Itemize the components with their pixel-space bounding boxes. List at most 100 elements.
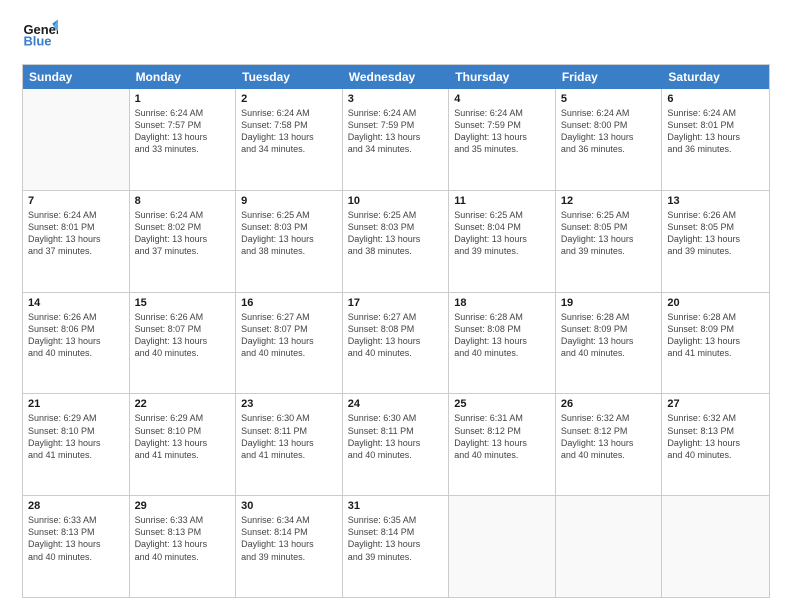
calendar-cell-13: 13 Sunrise: 6:26 AM Sunset: 8:05 PM Dayli… bbox=[662, 191, 769, 292]
calendar-cell-21: 21 Sunrise: 6:29 AM Sunset: 8:10 PM Dayli… bbox=[23, 394, 130, 495]
calendar-cell-empty-0-0 bbox=[23, 89, 130, 190]
calendar-cell-6: 6Sunrise: 6:24 AM Sunset: 8:01 PM Daylig… bbox=[662, 89, 769, 190]
header-day-thursday: Thursday bbox=[449, 65, 556, 89]
cell-info: Sunrise: 6:24 AM Sunset: 8:02 PM Dayligh… bbox=[135, 209, 231, 258]
calendar-cell-29: 29Sunrise: 6:33 AM Sunset: 8:13 PM Dayli… bbox=[130, 496, 237, 597]
calendar-cell-16: 16 Sunrise: 6:27 AM Sunset: 8:07 PM Dayli… bbox=[236, 293, 343, 394]
calendar-cell-3: 3Sunrise: 6:24 AM Sunset: 7:59 PM Daylig… bbox=[343, 89, 450, 190]
cell-info: Sunrise: 6:26 AM Sunset: 8:06 PM Dayligh… bbox=[28, 311, 124, 360]
cell-day-number: 4 bbox=[454, 93, 550, 105]
calendar-row-5: 28Sunrise: 6:33 AM Sunset: 8:13 PM Dayli… bbox=[23, 496, 769, 597]
cell-day-number: 25 bbox=[454, 398, 550, 410]
logo: General Blue bbox=[22, 18, 58, 54]
cell-day-number: 19 bbox=[561, 297, 657, 309]
cell-day-number: 18 bbox=[454, 297, 550, 309]
calendar-cell-7: 7 Sunrise: 6:24 AM Sunset: 8:01 PM Daylig… bbox=[23, 191, 130, 292]
cell-day-number: 26 bbox=[561, 398, 657, 410]
cell-day-number: 31 bbox=[348, 500, 444, 512]
calendar-cell-20: 20 Sunrise: 6:28 AM Sunset: 8:09 PM Dayli… bbox=[662, 293, 769, 394]
calendar: SundayMondayTuesdayWednesdayThursdayFrid… bbox=[22, 64, 770, 598]
calendar-cell-27: 27 Sunrise: 6:32 AM Sunset: 8:13 PM Dayli… bbox=[662, 394, 769, 495]
calendar-body: 1 Sunrise: 6:24 AM Sunset: 7:57 PM Daylig… bbox=[23, 89, 769, 597]
calendar-cell-11: 11 Sunrise: 6:25 AM Sunset: 8:04 PM Dayli… bbox=[449, 191, 556, 292]
calendar-cell-15: 15Sunrise: 6:26 AM Sunset: 8:07 PM Dayli… bbox=[130, 293, 237, 394]
calendar-cell-4: 4 Sunrise: 6:24 AM Sunset: 7:59 PM Daylig… bbox=[449, 89, 556, 190]
cell-day-number: 14 bbox=[28, 297, 124, 309]
cell-day-number: 12 bbox=[561, 195, 657, 207]
calendar-cell-1: 1 Sunrise: 6:24 AM Sunset: 7:57 PM Daylig… bbox=[130, 89, 237, 190]
cell-info: Sunrise: 6:29 AM Sunset: 8:10 PM Dayligh… bbox=[135, 412, 231, 461]
calendar-header: SundayMondayTuesdayWednesdayThursdayFrid… bbox=[23, 65, 769, 89]
calendar-cell-empty-4-4 bbox=[449, 496, 556, 597]
cell-info: Sunrise: 6:26 AM Sunset: 8:07 PM Dayligh… bbox=[135, 311, 231, 360]
cell-info: Sunrise: 6:28 AM Sunset: 8:09 PM Dayligh… bbox=[667, 311, 764, 360]
calendar-row-2: 7 Sunrise: 6:24 AM Sunset: 8:01 PM Daylig… bbox=[23, 191, 769, 293]
cell-info: Sunrise: 6:24 AM Sunset: 7:58 PM Dayligh… bbox=[241, 107, 337, 156]
cell-info: Sunrise: 6:27 AM Sunset: 8:07 PM Dayligh… bbox=[241, 311, 337, 360]
cell-day-number: 11 bbox=[454, 195, 550, 207]
cell-day-number: 23 bbox=[241, 398, 337, 410]
cell-info: Sunrise: 6:25 AM Sunset: 8:03 PM Dayligh… bbox=[348, 209, 444, 258]
cell-day-number: 8 bbox=[135, 195, 231, 207]
cell-day-number: 28 bbox=[28, 500, 124, 512]
cell-day-number: 9 bbox=[241, 195, 337, 207]
calendar-row-3: 14 Sunrise: 6:26 AM Sunset: 8:06 PM Dayli… bbox=[23, 293, 769, 395]
calendar-cell-8: 8 Sunrise: 6:24 AM Sunset: 8:02 PM Daylig… bbox=[130, 191, 237, 292]
cell-day-number: 22 bbox=[135, 398, 231, 410]
calendar-cell-12: 12Sunrise: 6:25 AM Sunset: 8:05 PM Dayli… bbox=[556, 191, 663, 292]
cell-info: Sunrise: 6:29 AM Sunset: 8:10 PM Dayligh… bbox=[28, 412, 124, 461]
cell-info: Sunrise: 6:30 AM Sunset: 8:11 PM Dayligh… bbox=[348, 412, 444, 461]
cell-info: Sunrise: 6:24 AM Sunset: 7:57 PM Dayligh… bbox=[135, 107, 231, 156]
calendar-cell-17: 17Sunrise: 6:27 AM Sunset: 8:08 PM Dayli… bbox=[343, 293, 450, 394]
page: General Blue SundayMondayTuesdayWednesda… bbox=[0, 0, 792, 612]
cell-info: Sunrise: 6:32 AM Sunset: 8:13 PM Dayligh… bbox=[667, 412, 764, 461]
cell-day-number: 3 bbox=[348, 93, 444, 105]
calendar-cell-2: 2Sunrise: 6:24 AM Sunset: 7:58 PM Daylig… bbox=[236, 89, 343, 190]
header-day-tuesday: Tuesday bbox=[236, 65, 343, 89]
cell-info: Sunrise: 6:24 AM Sunset: 8:01 PM Dayligh… bbox=[667, 107, 764, 156]
cell-info: Sunrise: 6:31 AM Sunset: 8:12 PM Dayligh… bbox=[454, 412, 550, 461]
svg-text:Blue: Blue bbox=[23, 33, 51, 48]
cell-day-number: 1 bbox=[135, 93, 231, 105]
cell-info: Sunrise: 6:24 AM Sunset: 8:01 PM Dayligh… bbox=[28, 209, 124, 258]
cell-day-number: 5 bbox=[561, 93, 657, 105]
header: General Blue bbox=[22, 18, 770, 54]
calendar-cell-19: 19Sunrise: 6:28 AM Sunset: 8:09 PM Dayli… bbox=[556, 293, 663, 394]
calendar-cell-24: 24Sunrise: 6:30 AM Sunset: 8:11 PM Dayli… bbox=[343, 394, 450, 495]
calendar-row-1: 1 Sunrise: 6:24 AM Sunset: 7:57 PM Daylig… bbox=[23, 89, 769, 191]
cell-day-number: 29 bbox=[135, 500, 231, 512]
calendar-cell-10: 10 Sunrise: 6:25 AM Sunset: 8:03 PM Dayli… bbox=[343, 191, 450, 292]
cell-info: Sunrise: 6:28 AM Sunset: 8:08 PM Dayligh… bbox=[454, 311, 550, 360]
header-day-wednesday: Wednesday bbox=[343, 65, 450, 89]
calendar-cell-30: 30Sunrise: 6:34 AM Sunset: 8:14 PM Dayli… bbox=[236, 496, 343, 597]
cell-info: Sunrise: 6:25 AM Sunset: 8:03 PM Dayligh… bbox=[241, 209, 337, 258]
cell-day-number: 13 bbox=[667, 195, 764, 207]
cell-info: Sunrise: 6:27 AM Sunset: 8:08 PM Dayligh… bbox=[348, 311, 444, 360]
cell-day-number: 16 bbox=[241, 297, 337, 309]
cell-info: Sunrise: 6:24 AM Sunset: 7:59 PM Dayligh… bbox=[454, 107, 550, 156]
calendar-cell-empty-4-6 bbox=[662, 496, 769, 597]
cell-info: Sunrise: 6:35 AM Sunset: 8:14 PM Dayligh… bbox=[348, 514, 444, 563]
cell-day-number: 27 bbox=[667, 398, 764, 410]
calendar-cell-25: 25 Sunrise: 6:31 AM Sunset: 8:12 PM Dayli… bbox=[449, 394, 556, 495]
cell-info: Sunrise: 6:24 AM Sunset: 8:00 PM Dayligh… bbox=[561, 107, 657, 156]
header-day-sunday: Sunday bbox=[23, 65, 130, 89]
cell-info: Sunrise: 6:25 AM Sunset: 8:04 PM Dayligh… bbox=[454, 209, 550, 258]
cell-info: Sunrise: 6:30 AM Sunset: 8:11 PM Dayligh… bbox=[241, 412, 337, 461]
header-day-monday: Monday bbox=[130, 65, 237, 89]
cell-info: Sunrise: 6:32 AM Sunset: 8:12 PM Dayligh… bbox=[561, 412, 657, 461]
calendar-cell-26: 26 Sunrise: 6:32 AM Sunset: 8:12 PM Dayli… bbox=[556, 394, 663, 495]
cell-day-number: 20 bbox=[667, 297, 764, 309]
cell-info: Sunrise: 6:26 AM Sunset: 8:05 PM Dayligh… bbox=[667, 209, 764, 258]
cell-day-number: 7 bbox=[28, 195, 124, 207]
cell-day-number: 30 bbox=[241, 500, 337, 512]
header-day-friday: Friday bbox=[556, 65, 663, 89]
calendar-cell-28: 28Sunrise: 6:33 AM Sunset: 8:13 PM Dayli… bbox=[23, 496, 130, 597]
calendar-row-4: 21 Sunrise: 6:29 AM Sunset: 8:10 PM Dayli… bbox=[23, 394, 769, 496]
logo-icon: General Blue bbox=[22, 18, 58, 54]
calendar-cell-14: 14 Sunrise: 6:26 AM Sunset: 8:06 PM Dayli… bbox=[23, 293, 130, 394]
calendar-cell-9: 9 Sunrise: 6:25 AM Sunset: 8:03 PM Daylig… bbox=[236, 191, 343, 292]
cell-day-number: 21 bbox=[28, 398, 124, 410]
cell-day-number: 10 bbox=[348, 195, 444, 207]
calendar-cell-23: 23 Sunrise: 6:30 AM Sunset: 8:11 PM Dayli… bbox=[236, 394, 343, 495]
